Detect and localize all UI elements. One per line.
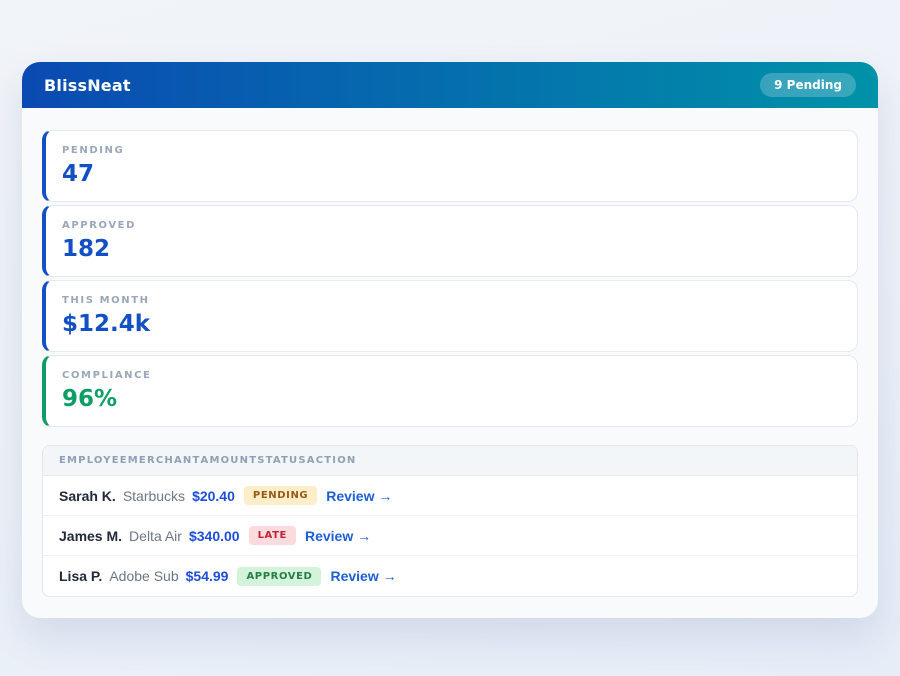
status-badge: LATE <box>249 526 296 545</box>
amount-value: $20.40 <box>192 488 235 504</box>
table-row: Lisa P. Adobe Sub $54.99 APPROVED Review… <box>43 556 857 596</box>
column-header-action: ACTION <box>307 455 357 466</box>
employee-name: James M. <box>59 528 122 544</box>
main-content: PENDING 47 APPROVED 182 THIS MONTH $12.4… <box>22 108 878 597</box>
stat-card-compliance: COMPLIANCE 96% <box>42 355 858 427</box>
stat-card-approved: APPROVED 182 <box>42 205 858 277</box>
stat-card-pending: PENDING 47 <box>42 130 858 202</box>
stat-card-this-month: THIS MONTH $12.4k <box>42 280 858 352</box>
stat-label: APPROVED <box>62 220 841 231</box>
stat-label: THIS MONTH <box>62 295 841 306</box>
app-window: BlissNeat 9 Pending PENDING 47 APPROVED … <box>22 62 878 618</box>
stat-value: 47 <box>62 161 841 187</box>
stat-value: 182 <box>62 236 841 262</box>
merchant-name: Starbucks <box>123 488 185 504</box>
amount-value: $54.99 <box>186 568 229 584</box>
merchant-name: Delta Air <box>129 528 182 544</box>
app-title: BlissNeat <box>44 76 131 95</box>
app-header: BlissNeat 9 Pending <box>22 62 878 108</box>
employee-name: Sarah K. <box>59 488 116 504</box>
stat-label: COMPLIANCE <box>62 370 841 381</box>
status-badge: APPROVED <box>237 567 321 586</box>
review-link[interactable]: Review → <box>326 488 392 504</box>
review-link[interactable]: Review → <box>305 528 371 544</box>
column-header-status: STATUS <box>257 455 307 466</box>
table-header-row: EMPLOYEEMERCHANTAMOUNTSTATUSACTION <box>43 446 857 476</box>
employee-name: Lisa P. <box>59 568 102 584</box>
review-link[interactable]: Review → <box>330 568 396 584</box>
amount-value: $340.00 <box>189 528 240 544</box>
column-header-amount: AMOUNT <box>201 455 258 466</box>
stat-label: PENDING <box>62 145 841 156</box>
status-badge: PENDING <box>244 486 317 505</box>
expenses-table: EMPLOYEEMERCHANTAMOUNTSTATUSACTION Sarah… <box>42 445 858 597</box>
column-header-employee: EMPLOYEE <box>59 455 128 466</box>
stat-value: 96% <box>62 386 841 412</box>
table-row: James M. Delta Air $340.00 LATE Review → <box>43 516 857 556</box>
column-header-merchant: MERCHANT <box>128 455 201 466</box>
stat-value: $12.4k <box>62 311 841 337</box>
merchant-name: Adobe Sub <box>109 568 178 584</box>
table-row: Sarah K. Starbucks $20.40 PENDING Review… <box>43 476 857 516</box>
pending-count-badge: 9 Pending <box>760 73 856 97</box>
